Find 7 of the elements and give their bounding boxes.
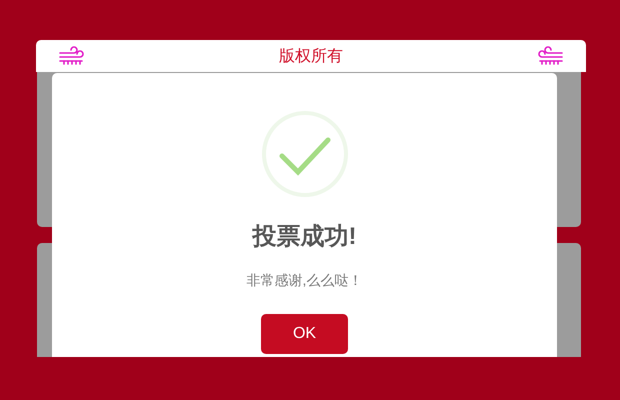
wind-icon[interactable] — [538, 46, 564, 66]
checkmark-icon — [260, 110, 348, 198]
header-title: 版权所有 — [279, 46, 343, 66]
dialog-message: 非常感谢,么么哒！ — [246, 272, 362, 290]
wind-icon[interactable] — [58, 46, 84, 66]
ok-button[interactable]: OK — [261, 314, 348, 354]
dialog-title: 投票成功! — [252, 222, 356, 252]
